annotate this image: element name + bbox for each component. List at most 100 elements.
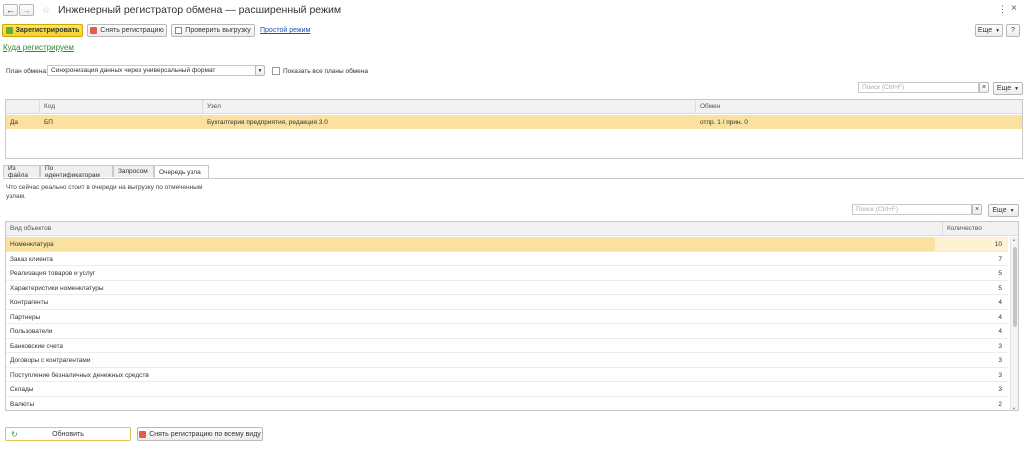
clear-icon: × bbox=[974, 206, 980, 213]
arrow-left-icon: ← bbox=[6, 4, 15, 15]
table-row[interactable]: Пользователи 4 bbox=[6, 324, 1008, 339]
queue-search-input[interactable]: Поиск (Ctrl+F) bbox=[852, 204, 972, 215]
object-kind: Реализация товаров и услуг bbox=[10, 270, 96, 277]
nodes-more-button[interactable]: Еще ▼ bbox=[993, 82, 1023, 95]
register-icon bbox=[5, 27, 13, 34]
table-row[interactable]: Договоры с контрагентами 3 bbox=[6, 353, 1008, 368]
close-icon[interactable]: × bbox=[1011, 3, 1017, 14]
scroll-up-icon[interactable]: ▲ bbox=[1012, 237, 1016, 242]
object-kind: Банковские счета bbox=[10, 342, 64, 350]
window-menu-icon[interactable]: ⋮ bbox=[998, 4, 1007, 15]
node-name: Бухгалтерия предприятия, редакция 3.0 bbox=[207, 119, 328, 126]
scroll-down-icon[interactable]: ▼ bbox=[1012, 406, 1016, 410]
nodes-search-clear-button[interactable]: × bbox=[979, 82, 989, 93]
tab-query[interactable]: Запросом bbox=[113, 165, 154, 177]
object-kind: Номенклатура bbox=[10, 241, 54, 248]
unregister-button-label: Снять регистрацию bbox=[100, 27, 164, 34]
object-count: 4 bbox=[998, 299, 1002, 306]
node-code: БП bbox=[44, 119, 53, 126]
queue-search-placeholder: Поиск (Ctrl+F) bbox=[856, 206, 899, 213]
nodes-col-flag[interactable] bbox=[6, 100, 40, 114]
queue-more-button-label: Еще bbox=[992, 207, 1007, 214]
table-row[interactable]: Поступление безналичных денежных средств… bbox=[6, 368, 1008, 382]
object-kind: Валюты bbox=[10, 400, 35, 408]
show-all-checkbox[interactable] bbox=[272, 67, 280, 75]
tab-node-queue[interactable]: Очередь узла bbox=[154, 165, 209, 178]
nodes-col-code[interactable]: Код bbox=[40, 100, 203, 114]
simple-mode-link[interactable]: Простой режим bbox=[260, 27, 310, 34]
back-button[interactable]: ← bbox=[3, 4, 18, 16]
check-upload-button-label: Проверить выгрузку bbox=[185, 27, 251, 34]
object-count: 3 bbox=[998, 386, 1002, 393]
nodes-more-button-label: Еще bbox=[996, 85, 1012, 92]
table-row[interactable]: Банковские счета 3 bbox=[6, 339, 1008, 353]
help-button[interactable]: ? bbox=[1006, 24, 1020, 37]
forward-button[interactable]: → bbox=[19, 4, 34, 16]
node-flag: Да bbox=[10, 119, 19, 126]
exchange-plan-dropdown-button[interactable]: ▼ bbox=[255, 65, 265, 76]
where-register-link[interactable]: Куда регистрируем bbox=[3, 43, 74, 52]
arrow-right-icon: → bbox=[22, 4, 31, 15]
queue-more-button[interactable]: Еще ▼ bbox=[988, 204, 1019, 217]
object-kind: Договоры с контрагентами bbox=[10, 357, 91, 364]
table-row[interactable]: Номенклатура 10 bbox=[6, 237, 1008, 252]
object-count: 3 bbox=[998, 342, 1002, 350]
clear-icon: × bbox=[981, 84, 987, 91]
exchange-plan-value: Синхронизация данных через универсальный… bbox=[51, 67, 216, 74]
tab-bar: Из файла По идентификаторам Запросом Оче… bbox=[3, 165, 1024, 179]
table-row[interactable]: Склады 3 bbox=[6, 382, 1008, 397]
queue-col-kind[interactable]: Вид объектов bbox=[6, 222, 943, 236]
object-count: 5 bbox=[998, 270, 1002, 277]
object-count: 10 bbox=[994, 241, 1002, 248]
favorite-star-icon[interactable]: ☆ bbox=[42, 5, 50, 16]
register-button[interactable]: Зарегистрировать bbox=[2, 24, 83, 37]
check-icon bbox=[175, 27, 183, 34]
tab-from-file[interactable]: Из файла bbox=[3, 165, 40, 179]
show-all-label: Показать все планы обмена bbox=[283, 68, 368, 75]
register-button-label: Зарегистрировать bbox=[15, 27, 80, 34]
object-kind: Поступление безналичных денежных средств bbox=[10, 371, 149, 379]
table-row[interactable]: Валюты 2 bbox=[6, 397, 1008, 411]
nodes-table: Код Узел Обмен Да БП Бухгалтерия предпри… bbox=[5, 99, 1023, 159]
object-kind: Заказ клиента bbox=[10, 255, 53, 263]
nodes-col-node[interactable]: Узел bbox=[203, 100, 696, 114]
nodes-col-exchange[interactable]: Обмен bbox=[696, 100, 1022, 114]
nodes-search-placeholder: Поиск (Ctrl+F) bbox=[862, 84, 905, 91]
object-count: 4 bbox=[998, 328, 1002, 335]
object-count: 3 bbox=[998, 371, 1002, 379]
more-button-label: Еще bbox=[977, 27, 993, 34]
unregister-button[interactable]: Снять регистрацию bbox=[87, 24, 167, 37]
queue-description: Что сейчас реально стоит в очереди на вы… bbox=[6, 184, 203, 200]
unregister-all-button-label: Снять регистрацию по всему виду bbox=[149, 430, 261, 438]
unregister-icon bbox=[139, 430, 147, 438]
tab-by-ids[interactable]: По идентификаторам bbox=[40, 165, 113, 179]
object-kind: Партнеры bbox=[10, 313, 41, 321]
check-upload-button[interactable]: Проверить выгрузку bbox=[171, 24, 255, 37]
exchange-plan-label: План обмена: bbox=[6, 68, 48, 75]
refresh-button-label: Обновить bbox=[52, 430, 84, 438]
queue-scrollbar-thumb[interactable] bbox=[1013, 247, 1017, 327]
table-row[interactable]: Реализация товаров и услуг 5 bbox=[6, 266, 1008, 281]
table-row[interactable]: Партнеры 4 bbox=[6, 310, 1008, 324]
node-exchange: отпр. 1 / прин. 0 bbox=[700, 119, 748, 126]
queue-col-count[interactable]: Количество bbox=[943, 222, 1018, 236]
exchange-plan-field[interactable]: Синхронизация данных через универсальный… bbox=[47, 65, 256, 76]
object-kind: Склады bbox=[10, 386, 34, 393]
unregister-all-button[interactable]: Снять регистрацию по всему виду bbox=[137, 427, 263, 441]
more-button[interactable]: Еще ▼ bbox=[975, 24, 1003, 37]
table-row[interactable]: Характеристики номенклатуры 5 bbox=[6, 281, 1008, 295]
chevron-down-icon: ▼ bbox=[257, 67, 263, 74]
queue-table: Вид объектов Количество Номенклатура 10 За… bbox=[5, 221, 1019, 411]
object-count: 2 bbox=[998, 400, 1002, 408]
nodes-search-input[interactable]: Поиск (Ctrl+F) bbox=[858, 82, 979, 93]
object-kind: Пользователи bbox=[10, 328, 53, 335]
nodes-table-row[interactable]: Да БП Бухгалтерия предприятия, редакция … bbox=[6, 115, 1022, 129]
refresh-button[interactable]: ↻ Обновить bbox=[5, 427, 131, 441]
table-row[interactable]: Контрагенты 4 bbox=[6, 295, 1008, 310]
table-row[interactable]: Заказ клиента 7 bbox=[6, 252, 1008, 266]
queue-scrollbar[interactable]: ▲ ▼ bbox=[1010, 237, 1018, 410]
refresh-icon: ↻ bbox=[11, 430, 18, 439]
object-count: 7 bbox=[998, 255, 1002, 263]
queue-search-clear-button[interactable]: × bbox=[972, 204, 982, 215]
object-count: 3 bbox=[998, 357, 1002, 364]
